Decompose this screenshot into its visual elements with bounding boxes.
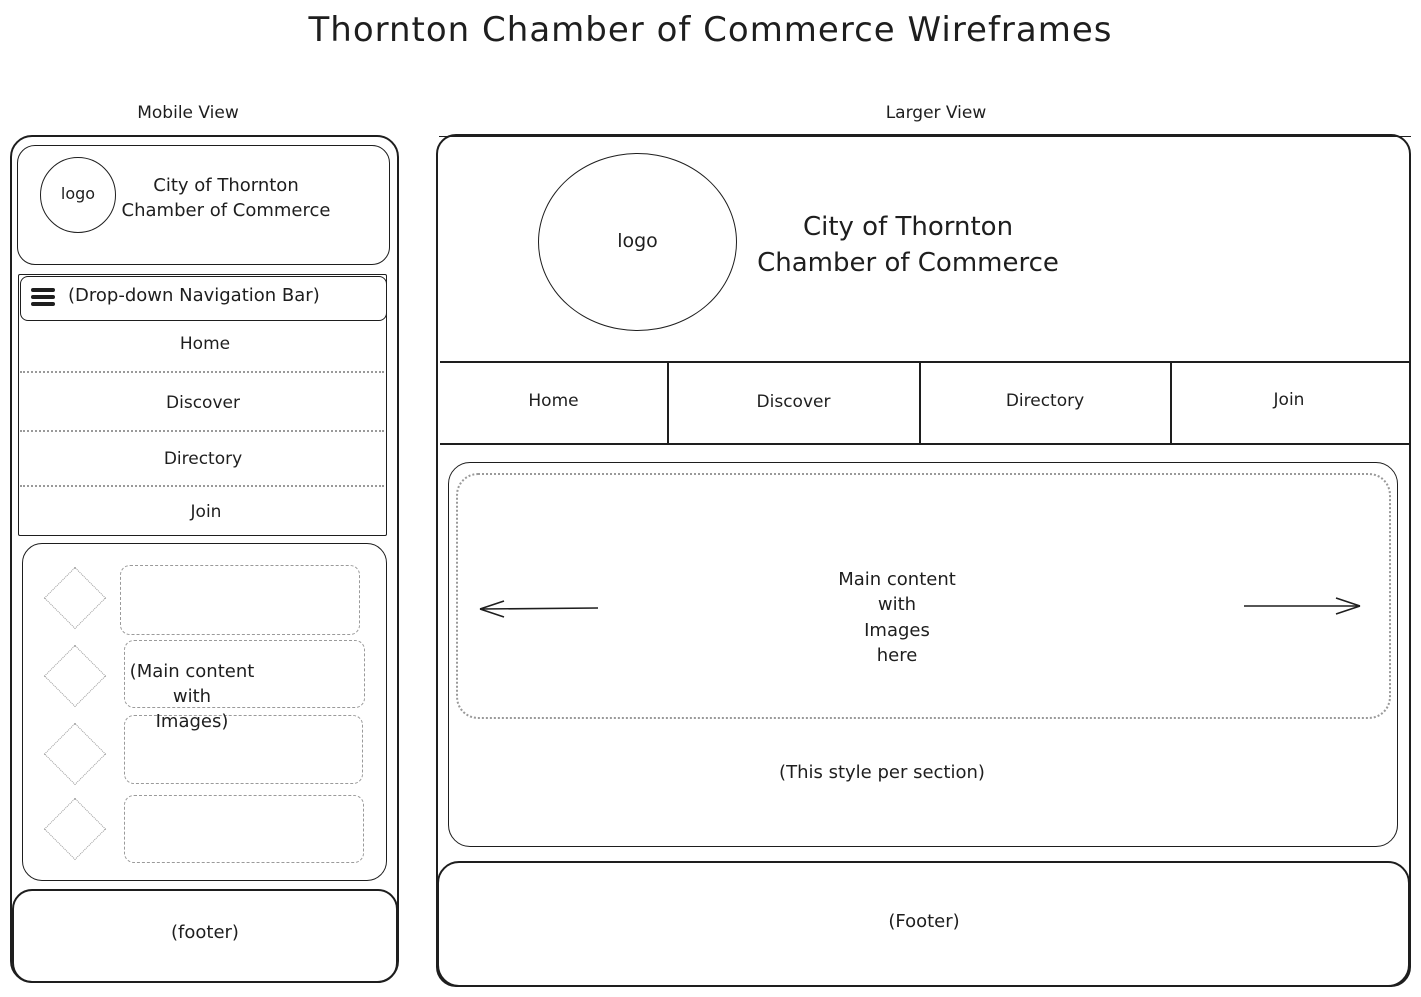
mobile-nav-divider <box>20 430 384 432</box>
mobile-content-line2: with <box>172 686 212 707</box>
content-card-placeholder <box>124 795 364 863</box>
nav-bar-bottom-line <box>440 443 1409 445</box>
mobile-nav-directory[interactable]: Directory <box>18 449 388 469</box>
mobile-content-line3: Images) <box>155 711 229 732</box>
larger-nav-directory[interactable]: Directory <box>920 391 1170 411</box>
content-card-placeholder <box>120 565 360 635</box>
larger-content-line1: Main content <box>838 569 956 590</box>
larger-org-line1: City of Thornton <box>802 212 1014 242</box>
larger-frame-top-edge <box>439 136 1411 137</box>
mobile-nav-discover[interactable]: Discover <box>18 393 388 413</box>
section-style-note: (This style per section) <box>779 762 985 783</box>
carousel-next-arrow-icon[interactable] <box>1242 594 1366 620</box>
larger-nav-join[interactable]: Join <box>1171 390 1407 410</box>
larger-view-label: Larger View <box>885 103 987 123</box>
mobile-content-line1: (Main content <box>129 661 255 682</box>
larger-content-line2: with <box>877 594 917 615</box>
larger-nav-home[interactable]: Home <box>440 391 667 411</box>
larger-nav-discover[interactable]: Discover <box>668 392 919 412</box>
mobile-nav-toggle-label: (Drop-down Navigation Bar) <box>68 285 320 306</box>
mobile-nav-join[interactable]: Join <box>20 502 392 522</box>
mobile-nav-home[interactable]: Home <box>20 334 390 354</box>
mobile-view-label: Mobile View <box>137 103 239 123</box>
mobile-footer-label: (footer) <box>171 922 239 943</box>
mobile-org-line1: City of Thornton <box>153 175 299 196</box>
mobile-nav-divider <box>20 485 384 487</box>
larger-content-line4: here <box>876 645 918 666</box>
larger-footer-label: (Footer) <box>888 911 960 932</box>
carousel-prev-arrow-icon[interactable] <box>476 596 602 622</box>
larger-org-line2: Chamber of Commerce <box>757 248 1059 278</box>
larger-logo-text: logo <box>617 230 658 252</box>
mobile-org-line2: Chamber of Commerce <box>121 200 331 221</box>
mobile-nav-divider <box>20 371 384 373</box>
mobile-logo-text: logo <box>60 184 96 203</box>
page-title: Thornton Chamber of Commerce Wireframes <box>308 10 1113 50</box>
hamburger-icon[interactable] <box>31 288 55 306</box>
larger-content-line3: Images <box>864 620 930 641</box>
nav-bar-top-line <box>440 361 1409 363</box>
